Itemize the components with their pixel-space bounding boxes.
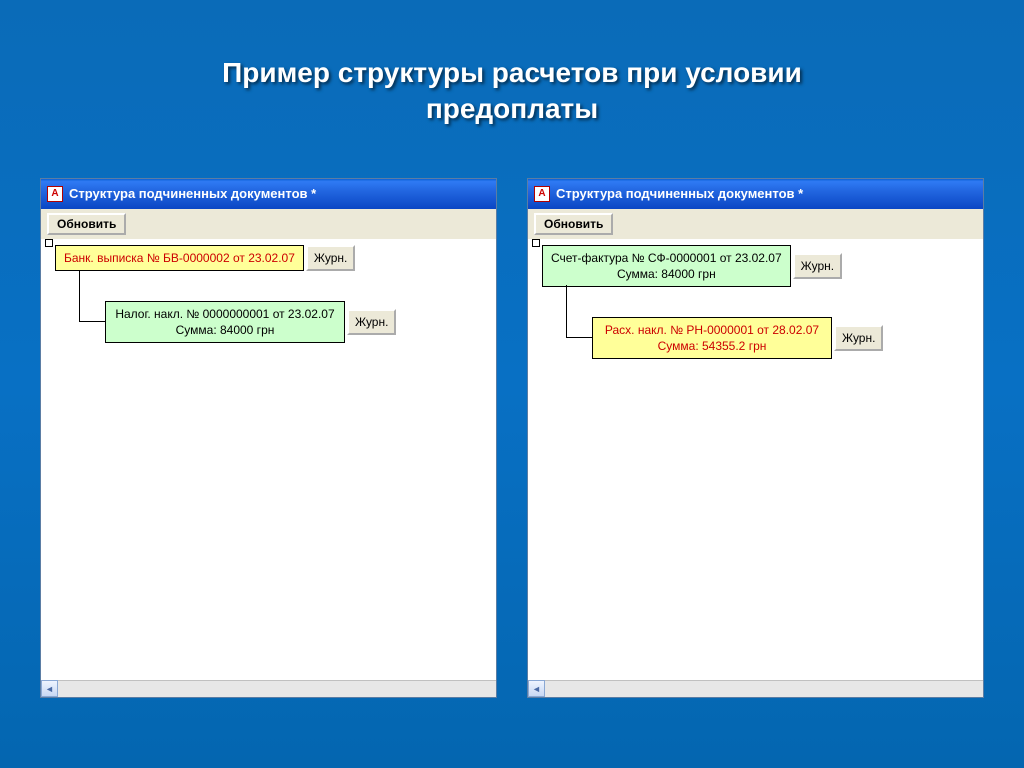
journal-button[interactable]: Журн. bbox=[347, 309, 396, 335]
slide-title: Пример структуры расчетов при условии пр… bbox=[0, 0, 1024, 128]
arrow-glyph: ◄ bbox=[532, 684, 541, 694]
horizontal-scrollbar[interactable]: ◄ bbox=[528, 680, 983, 697]
app-icon-glyph: A bbox=[538, 188, 545, 199]
refresh-button[interactable]: Обновить bbox=[534, 213, 613, 235]
title-line-2: предоплаты bbox=[426, 93, 598, 124]
tree-root-handle[interactable] bbox=[532, 239, 540, 247]
toolbar: Обновить bbox=[41, 209, 496, 239]
app-icon-glyph: A bbox=[51, 188, 58, 199]
scroll-left-arrow-icon[interactable]: ◄ bbox=[528, 680, 545, 697]
title-line-1: Пример структуры расчетов при условии bbox=[222, 57, 802, 88]
doc-bank-statement[interactable]: Банк. выписка № БВ-0000002 от 23.02.07 bbox=[55, 245, 304, 271]
doc-line: Сумма: 54355.2 грн bbox=[658, 339, 767, 353]
doc-line: Налог. накл. № 0000000001 от 23.02.07 bbox=[115, 307, 334, 321]
refresh-button[interactable]: Обновить bbox=[47, 213, 126, 235]
journal-button[interactable]: Журн. bbox=[834, 325, 883, 351]
left-window: A Структура подчиненных документов * Обн… bbox=[40, 178, 497, 698]
right-window: A Структура подчиненных документов * Обн… bbox=[527, 178, 984, 698]
app-icon: A bbox=[534, 186, 550, 202]
doc-expense-invoice[interactable]: Расх. накл. № РН-0000001 от 28.02.07 Сум… bbox=[592, 317, 832, 359]
horizontal-scrollbar[interactable]: ◄ bbox=[41, 680, 496, 697]
doc-tax-invoice[interactable]: Налог. накл. № 0000000001 от 23.02.07 Су… bbox=[105, 301, 345, 343]
titlebar: A Структура подчиненных документов * bbox=[41, 179, 496, 209]
toolbar: Обновить bbox=[528, 209, 983, 239]
doc-line: Сумма: 84000 грн bbox=[176, 323, 275, 337]
doc-invoice[interactable]: Счет-фактура № СФ-0000001 от 23.02.07 Су… bbox=[542, 245, 791, 287]
doc-line: Расх. накл. № РН-0000001 от 28.02.07 bbox=[605, 323, 819, 337]
window-title: Структура подчиненных документов * bbox=[69, 186, 316, 201]
doc-line: Счет-фактура № СФ-0000001 от 23.02.07 bbox=[551, 251, 782, 265]
journal-button[interactable]: Журн. bbox=[306, 245, 355, 271]
doc-line: Банк. выписка № БВ-0000002 от 23.02.07 bbox=[64, 251, 295, 265]
app-icon: A bbox=[47, 186, 63, 202]
window-title: Структура подчиненных документов * bbox=[556, 186, 803, 201]
titlebar: A Структура подчиненных документов * bbox=[528, 179, 983, 209]
doc-line: Сумма: 84000 грн bbox=[617, 267, 716, 281]
arrow-glyph: ◄ bbox=[45, 684, 54, 694]
journal-button[interactable]: Журн. bbox=[793, 253, 842, 279]
tree-content: Банк. выписка № БВ-0000002 от 23.02.07 Ж… bbox=[41, 239, 496, 680]
tree-content: Счет-фактура № СФ-0000001 от 23.02.07 Су… bbox=[528, 239, 983, 680]
scroll-left-arrow-icon[interactable]: ◄ bbox=[41, 680, 58, 697]
tree-root-handle[interactable] bbox=[45, 239, 53, 247]
